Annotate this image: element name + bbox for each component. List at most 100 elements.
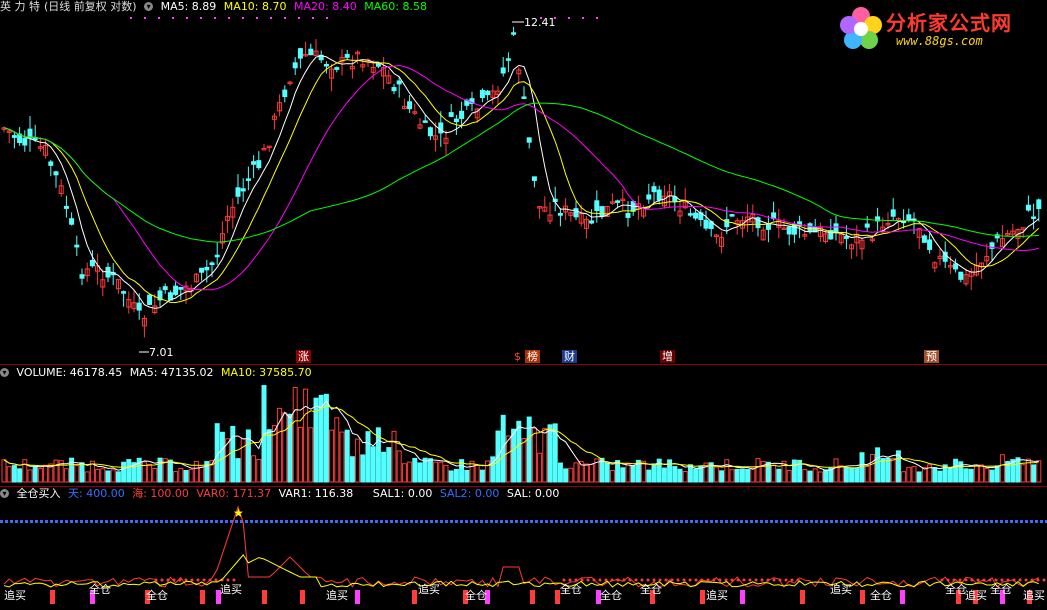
tian-dot xyxy=(680,520,683,523)
tian-dot xyxy=(700,520,703,523)
volume-bar xyxy=(802,469,808,483)
candle-body xyxy=(63,205,69,209)
tian-dot xyxy=(535,520,538,523)
volume-bar xyxy=(729,469,735,483)
volume-bar xyxy=(625,462,631,483)
hai-dot xyxy=(958,578,962,582)
volume-bar xyxy=(906,466,912,483)
hai-dot xyxy=(640,578,644,582)
volume-bar xyxy=(1020,464,1026,483)
volume-bar xyxy=(719,470,725,483)
volume-bar xyxy=(235,458,241,483)
candle-body xyxy=(589,220,595,224)
tian-dot xyxy=(675,520,678,523)
tian-dot xyxy=(955,520,958,523)
price-panel[interactable]: 英 力 特 (日线 前复权 对数) ▾ MA5: 8.89 MA10: 8.70 … xyxy=(0,0,1047,364)
signal-full-position: 全仓 xyxy=(89,583,111,596)
tian-dot xyxy=(795,520,798,523)
volume-bar xyxy=(339,431,345,483)
tian-dot xyxy=(440,520,443,523)
volume-bar xyxy=(859,452,865,483)
tian-dot xyxy=(350,520,353,523)
hai-dot xyxy=(190,578,194,582)
signal-bar xyxy=(530,590,535,604)
volume-bar xyxy=(911,466,917,483)
hai-dot xyxy=(580,578,584,582)
hai-dot xyxy=(664,578,668,582)
volume-bar xyxy=(755,458,761,483)
tian-dot xyxy=(980,520,983,523)
event-flag-board[interactable]: 榜 xyxy=(525,350,540,363)
tian-dot xyxy=(750,520,753,523)
tian-dot xyxy=(630,520,633,523)
candle-body xyxy=(334,67,340,70)
tian-dot xyxy=(305,520,308,523)
volume-bar xyxy=(677,468,683,483)
tian-dot xyxy=(850,520,853,523)
candle-body xyxy=(245,178,251,181)
volume-bar xyxy=(407,461,413,483)
event-flag-limit-up[interactable]: 涨 xyxy=(296,350,311,363)
volume-bar xyxy=(765,461,771,483)
hai-dot xyxy=(634,578,638,582)
ma5-line xyxy=(3,55,1040,309)
tian-dot xyxy=(5,520,8,523)
tian-dot xyxy=(815,520,818,523)
volume-bar xyxy=(297,426,303,483)
volume-bar xyxy=(95,468,101,483)
price-chart[interactable] xyxy=(0,0,1047,364)
tian-dot xyxy=(830,520,833,523)
volume-bar xyxy=(282,412,288,483)
volume-bar xyxy=(620,467,626,483)
volume-bar xyxy=(183,470,189,483)
hai-dot xyxy=(196,578,200,582)
tian-dot xyxy=(125,520,128,523)
event-flag-finance[interactable]: 财 xyxy=(562,350,577,363)
volume-bar xyxy=(849,467,855,483)
candle-body xyxy=(448,112,454,117)
indicator-panel[interactable]: ▾ 全仓买入 天: 400.00 海: 100.00 VAR0: 171.37 … xyxy=(0,487,1047,610)
volume-bar xyxy=(750,467,756,483)
tian-dot xyxy=(890,520,893,523)
signal-bar xyxy=(50,590,55,604)
volume-bar xyxy=(609,469,615,483)
signal-chase-buy: 追买 xyxy=(418,583,440,596)
volume-bar xyxy=(984,468,990,483)
candle-body xyxy=(521,96,527,99)
event-dot xyxy=(312,17,314,19)
candle-body xyxy=(297,48,303,59)
event-flag-dollar[interactable]: $ xyxy=(514,350,521,363)
tian-dot xyxy=(390,520,393,523)
tian-dot xyxy=(540,520,543,523)
event-flag-forecast[interactable]: 预 xyxy=(924,350,939,363)
tian-dot xyxy=(425,520,428,523)
volume-bar xyxy=(932,467,938,483)
volume-bar xyxy=(69,457,75,483)
volume-bar xyxy=(360,454,366,483)
tian-dot xyxy=(805,520,808,523)
tian-dot xyxy=(610,520,613,523)
volume-panel[interactable]: ▾ VOLUME: 46178.45 MA5: 47135.02 MA10: 3… xyxy=(0,366,1047,485)
hai-dot xyxy=(568,578,572,582)
volume-bar xyxy=(391,430,397,483)
hai-dot xyxy=(784,578,788,582)
volume-bar xyxy=(505,435,511,483)
tian-dot xyxy=(645,520,648,523)
signal-bar xyxy=(900,590,905,604)
tian-dot xyxy=(990,520,993,523)
event-flag-increase[interactable]: 增 xyxy=(660,350,675,363)
tian-dot xyxy=(340,520,343,523)
tian-dot xyxy=(950,520,953,523)
volume-chart[interactable] xyxy=(0,366,1047,485)
hai-dot xyxy=(994,578,998,582)
candle-body xyxy=(864,223,870,228)
candle-body xyxy=(511,32,517,35)
volume-bar xyxy=(17,468,23,483)
candle-body xyxy=(74,244,80,248)
tian-dot xyxy=(310,520,313,523)
hai-dot xyxy=(646,578,650,582)
volume-bar xyxy=(531,427,537,483)
volume-bar xyxy=(999,454,1005,483)
candle-body xyxy=(729,214,735,217)
candle-body xyxy=(765,224,771,230)
